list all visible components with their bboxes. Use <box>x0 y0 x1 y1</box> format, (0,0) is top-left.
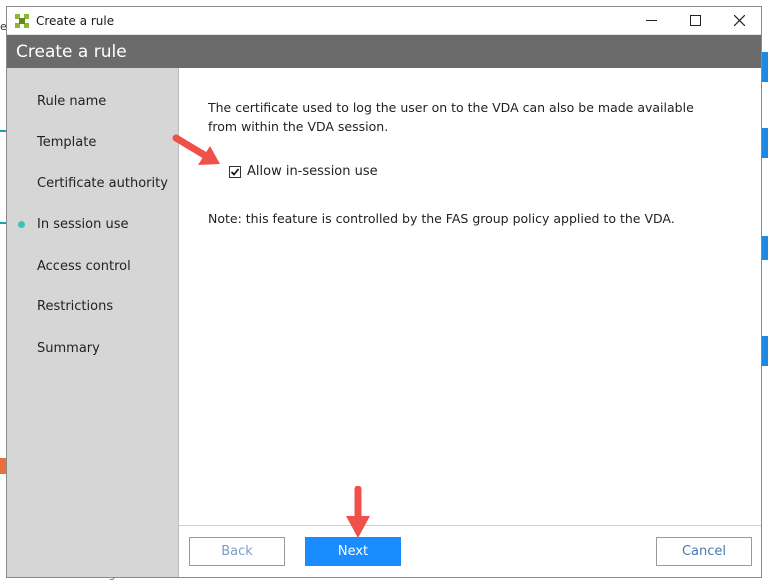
allow-in-session-use-row[interactable]: Allow in-session use <box>229 164 378 179</box>
checkmark-icon <box>230 167 240 176</box>
page-header: Create a rule <box>7 35 761 68</box>
page-title: Create a rule <box>16 41 127 62</box>
background-accent-bar <box>762 128 768 158</box>
background-accent-bar <box>762 236 768 260</box>
nav-item-summary[interactable]: Summary <box>37 341 100 356</box>
window-title: Create a rule <box>36 13 115 28</box>
close-icon[interactable] <box>717 7 761 34</box>
nav-item-certificate-authority[interactable]: Certificate authority <box>37 176 168 191</box>
nav-item-template[interactable]: Template <box>37 135 96 150</box>
minimize-icon[interactable] <box>629 7 673 34</box>
maximize-icon[interactable] <box>673 7 717 34</box>
annotation-arrow-icon <box>172 134 220 165</box>
note-text: Note: this feature is controlled by the … <box>208 211 675 226</box>
description-text: The certificate used to log the user on … <box>208 100 694 134</box>
title-bar: Create a rule <box>7 7 761 35</box>
wizard-nav: Rule name Template Certificate authority… <box>7 68 178 577</box>
back-button[interactable]: Back <box>189 537 285 566</box>
footer-divider <box>179 525 761 526</box>
cancel-button[interactable]: Cancel <box>656 537 752 566</box>
background-accent-bar <box>762 336 768 366</box>
checkbox-label[interactable]: Allow in-session use <box>247 164 378 179</box>
nav-item-rule-name[interactable]: Rule name <box>37 94 106 109</box>
next-button[interactable]: Next <box>305 537 401 566</box>
create-rule-dialog: Create a rule Create a rule Rule name Te… <box>6 6 762 578</box>
active-step-indicator <box>18 221 25 228</box>
main-panel: The certificate used to log the user on … <box>178 68 761 577</box>
nav-item-restrictions[interactable]: Restrictions <box>37 299 113 314</box>
annotation-arrow-icon <box>346 486 370 538</box>
nav-item-access-control[interactable]: Access control <box>37 259 131 274</box>
background-accent-bar <box>762 52 768 82</box>
nav-item-in-session-use[interactable]: In session use <box>37 217 128 232</box>
app-icon <box>15 13 29 28</box>
allow-in-session-use-checkbox[interactable] <box>229 165 241 178</box>
